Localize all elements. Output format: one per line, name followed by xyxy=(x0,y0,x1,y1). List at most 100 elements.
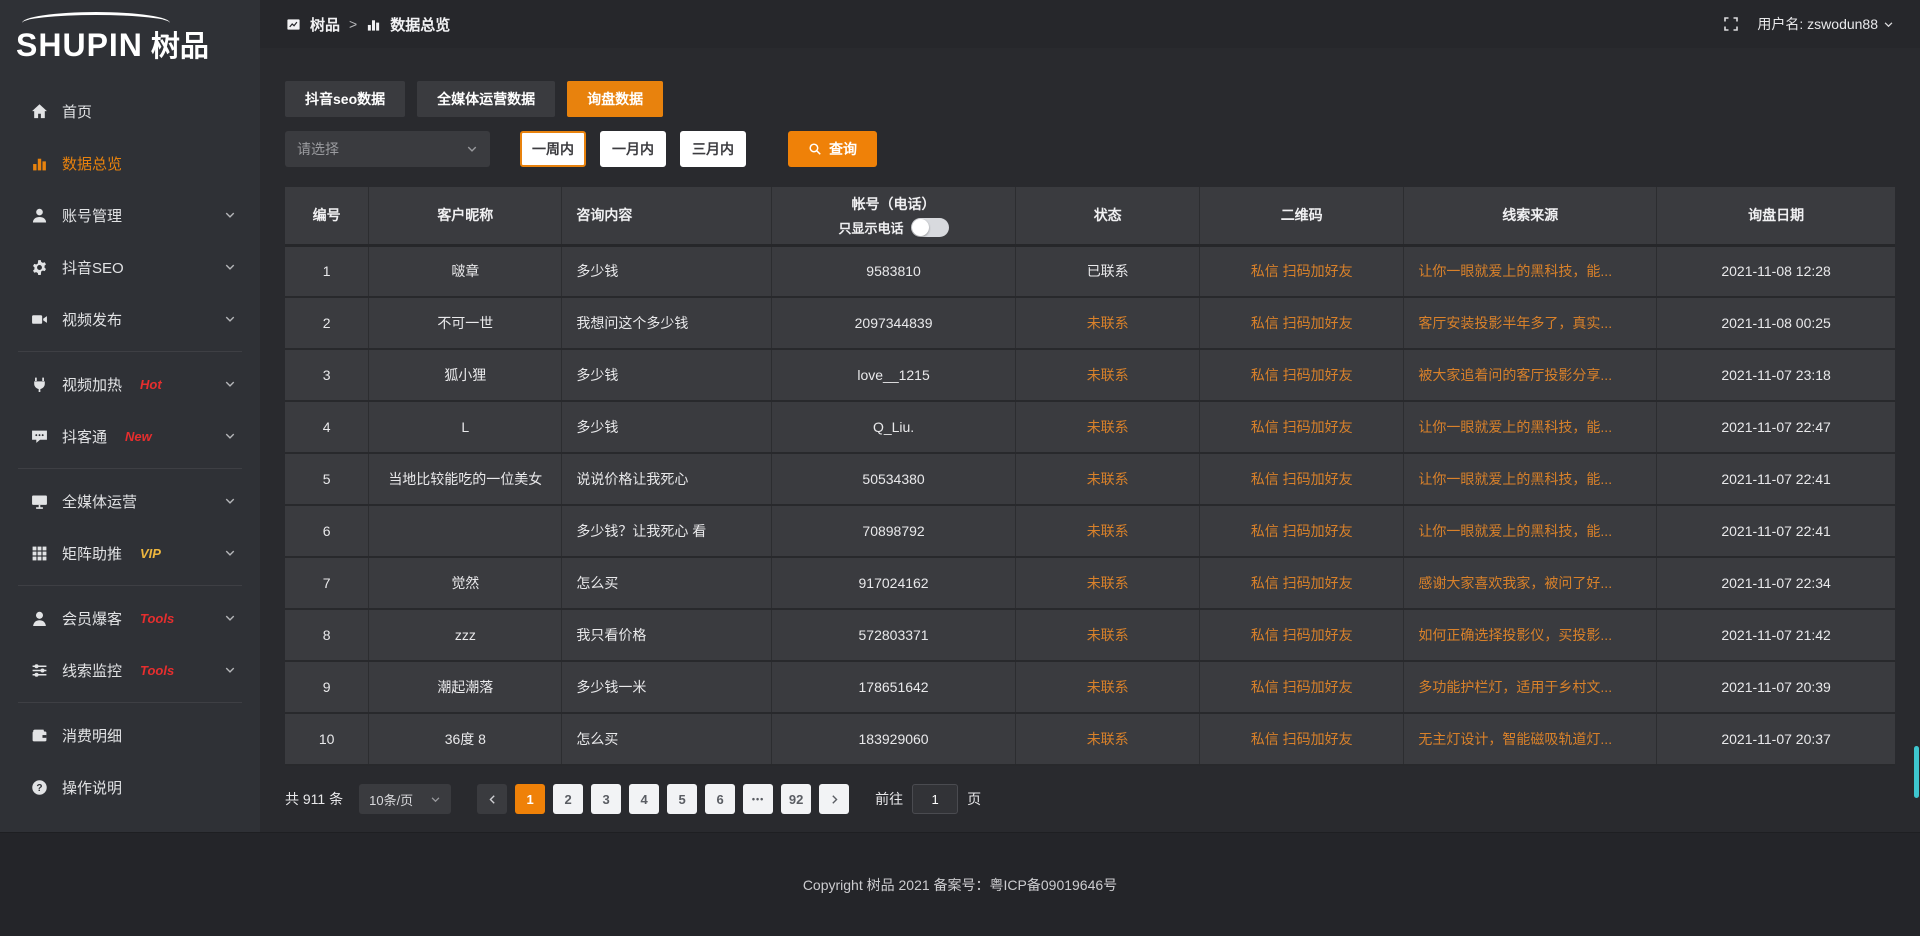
chevron-down-icon xyxy=(224,430,236,442)
sidebar-item-线索监控[interactable]: 线索监控Tools xyxy=(0,644,260,696)
sidebar-item-操作说明[interactable]: ?操作说明 xyxy=(0,761,260,813)
source-link[interactable]: 无主灯设计，智能磁吸轨道灯... xyxy=(1404,713,1657,765)
sidebar-item-抖客通[interactable]: 抖客通New xyxy=(0,410,260,462)
page-size-select[interactable]: 10条/页 xyxy=(359,784,451,814)
sidebar-item-账号管理[interactable]: 账号管理 xyxy=(0,189,260,241)
prev-page-button[interactable] xyxy=(477,784,507,814)
cell-date: 2021-11-07 22:34 xyxy=(1657,557,1895,609)
source-link[interactable]: 让你一眼就爱上的黑科技，能... xyxy=(1404,505,1657,557)
cell-nickname: 36度 8 xyxy=(369,713,562,765)
app-logo: SHUPIN 树品 xyxy=(0,0,260,71)
status-badge: 未联系 xyxy=(1016,453,1200,505)
user-menu[interactable]: 用户名: zswodun88 xyxy=(1757,14,1894,34)
user-box: 用户名: zswodun88 xyxy=(1723,14,1894,34)
qrcode-link[interactable]: 私信 扫码加好友 xyxy=(1199,453,1403,505)
source-link[interactable]: 让你一眼就爱上的黑科技，能... xyxy=(1404,245,1657,297)
sidebar-item-矩阵助推[interactable]: 矩阵助推VIP xyxy=(0,527,260,579)
qrcode-link[interactable]: 私信 扫码加好友 xyxy=(1199,349,1403,401)
col-content: 咨询内容 xyxy=(562,187,771,245)
sidebar-item-label: 视频发布 xyxy=(62,309,122,330)
table-row: 4L多少钱Q_Liu.未联系私信 扫码加好友让你一眼就爱上的黑科技，能...20… xyxy=(285,401,1895,453)
cell-account: 183929060 xyxy=(771,713,1016,765)
chevron-down-icon xyxy=(430,794,441,805)
sidebar-item-badge: Hot xyxy=(140,377,162,392)
page-button-92[interactable]: 92 xyxy=(781,784,811,814)
sidebar-item-全媒体运营[interactable]: 全媒体运营 xyxy=(0,475,260,527)
cell-no: 1 xyxy=(285,245,369,297)
cell-nickname: 狐小狸 xyxy=(369,349,562,401)
page-buttons: 123456 ••• 92 xyxy=(507,784,811,814)
qrcode-link[interactable]: 私信 扫码加好友 xyxy=(1199,401,1403,453)
qrcode-link[interactable]: 私信 扫码加好友 xyxy=(1199,713,1403,765)
sidebar-item-会员爆客[interactable]: 会员爆客Tools xyxy=(0,592,260,644)
page-button-1[interactable]: 1 xyxy=(515,784,545,814)
tab-询盘数据[interactable]: 询盘数据 xyxy=(567,81,663,117)
qrcode-link[interactable]: 私信 扫码加好友 xyxy=(1199,557,1403,609)
period-button-三月内[interactable]: 三月内 xyxy=(680,131,746,167)
video-camera-icon xyxy=(30,310,48,328)
period-button-一周内[interactable]: 一周内 xyxy=(520,131,586,167)
chevron-down-icon xyxy=(1883,19,1894,30)
qrcode-link[interactable]: 私信 扫码加好友 xyxy=(1199,297,1403,349)
sidebar-item-消费明细[interactable]: 消费明细 xyxy=(0,709,260,761)
sidebar-item-badge: Tools xyxy=(140,663,174,678)
cell-no: 3 xyxy=(285,349,369,401)
sidebar-item-badge: New xyxy=(125,429,152,444)
period-buttons: 一周内一月内三月内 xyxy=(506,131,746,167)
cell-no: 4 xyxy=(285,401,369,453)
page-button-4[interactable]: 4 xyxy=(629,784,659,814)
sidebar-item-视频加热[interactable]: 视频加热 Hot xyxy=(0,358,260,410)
sidebar-item-label: 视频加热 xyxy=(62,374,122,395)
tab-全媒体运营数据[interactable]: 全媒体运营数据 xyxy=(417,81,555,117)
sidebar-item-label: 消费明细 xyxy=(62,725,122,746)
source-link[interactable]: 让你一眼就爱上的黑科技，能... xyxy=(1404,453,1657,505)
qrcode-link[interactable]: 私信 扫码加好友 xyxy=(1199,661,1403,713)
qrcode-link[interactable]: 私信 扫码加好友 xyxy=(1199,505,1403,557)
source-link[interactable]: 客厅安装投影半年多了，真实... xyxy=(1404,297,1657,349)
table-row: 7觉然怎么买917024162未联系私信 扫码加好友感谢大家喜欢我家，被问了好.… xyxy=(285,557,1895,609)
sidebar-item-数据总览[interactable]: 数据总览 xyxy=(0,137,260,189)
tab-抖音seo数据[interactable]: 抖音seo数据 xyxy=(285,81,405,117)
cell-nickname: 潮起潮落 xyxy=(369,661,562,713)
source-link[interactable]: 如何正确选择投影仪，买投影... xyxy=(1404,609,1657,661)
cell-account: Q_Liu. xyxy=(771,401,1016,453)
chat-icon xyxy=(30,427,48,445)
cell-account: 9583810 xyxy=(771,245,1016,297)
source-link[interactable]: 感谢大家喜欢我家，被问了好... xyxy=(1404,557,1657,609)
table-header-row: 编号 客户昵称 咨询内容 帐号（电话） 只显示电话 状态 二维码 线索来源 xyxy=(285,187,1895,245)
period-button-一月内[interactable]: 一月内 xyxy=(600,131,666,167)
cell-date: 2021-11-07 22:47 xyxy=(1657,401,1895,453)
breadcrumb-root[interactable]: 树品 xyxy=(310,14,340,35)
pagination-total: 共 911 条 xyxy=(285,789,343,809)
goto-page-input[interactable] xyxy=(912,784,958,814)
page-button-6[interactable]: 6 xyxy=(705,784,735,814)
page-ellipsis-button[interactable]: ••• xyxy=(743,784,773,814)
source-link[interactable]: 多功能护栏灯，适用于乡村文... xyxy=(1404,661,1657,713)
qrcode-link[interactable]: 私信 扫码加好友 xyxy=(1199,245,1403,297)
page-button-3[interactable]: 3 xyxy=(591,784,621,814)
sidebar-item-视频发布[interactable]: 视频发布 xyxy=(0,293,260,345)
cell-date: 2021-11-08 12:28 xyxy=(1657,245,1895,297)
filter-select[interactable]: 请选择 xyxy=(285,131,490,167)
page-button-2[interactable]: 2 xyxy=(553,784,583,814)
sidebar-divider xyxy=(18,585,242,586)
fullscreen-icon[interactable] xyxy=(1723,16,1739,32)
table-row: 9潮起潮落多少钱一米178651642未联系私信 扫码加好友多功能护栏灯，适用于… xyxy=(285,661,1895,713)
sidebar-item-首页[interactable]: 首页 xyxy=(0,85,260,137)
cell-date: 2021-11-07 22:41 xyxy=(1657,505,1895,557)
main-area: 树品 > 数据总览 用户名: zswodun88 xyxy=(260,0,1920,832)
next-page-button[interactable] xyxy=(819,784,849,814)
status-badge: 未联系 xyxy=(1016,661,1200,713)
sidebar-divider xyxy=(18,351,242,352)
page-button-5[interactable]: 5 xyxy=(667,784,697,814)
status-badge: 未联系 xyxy=(1016,401,1200,453)
sidebar-item-抖音SEO[interactable]: 抖音SEO xyxy=(0,241,260,293)
qrcode-link[interactable]: 私信 扫码加好友 xyxy=(1199,609,1403,661)
source-link[interactable]: 让你一眼就爱上的黑科技，能... xyxy=(1404,401,1657,453)
inquiry-table: 编号 客户昵称 咨询内容 帐号（电话） 只显示电话 状态 二维码 线索来源 xyxy=(285,187,1895,766)
source-link[interactable]: 被大家追着问的客厅投影分享... xyxy=(1404,349,1657,401)
phone-only-toggle[interactable] xyxy=(911,218,949,237)
cell-account: 70898792 xyxy=(771,505,1016,557)
scrollbar-thumb[interactable] xyxy=(1914,746,1919,798)
query-button[interactable]: 查询 xyxy=(788,131,877,167)
